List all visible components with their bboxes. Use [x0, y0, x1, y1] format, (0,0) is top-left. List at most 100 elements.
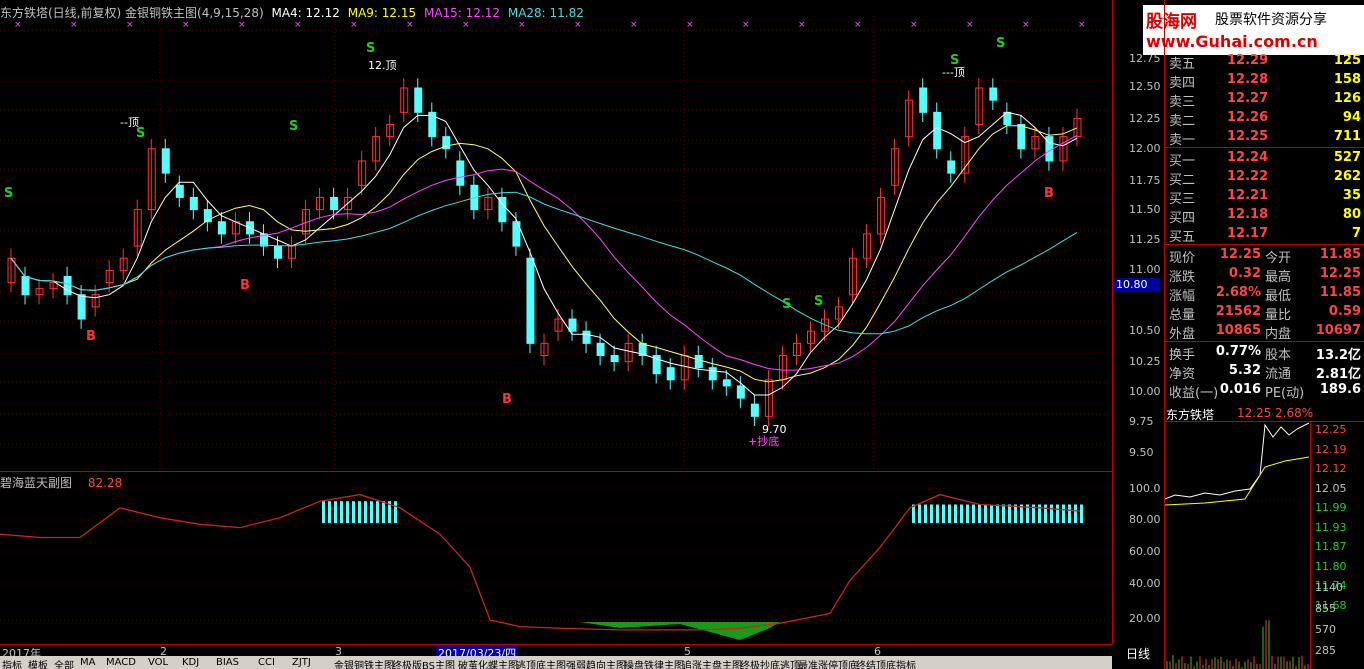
tab-12[interactable]: 破茧化蝶主图: [458, 657, 518, 669]
tab-3[interactable]: MA: [80, 657, 95, 668]
tab-2[interactable]: 全部: [54, 657, 74, 669]
candle-body: [737, 386, 744, 398]
candle-body: [723, 380, 730, 386]
sub-tick: 20.00: [1129, 612, 1161, 625]
tab-19[interactable]: 终结顶底指标: [856, 657, 916, 669]
intraday-mini-chart[interactable]: 东方铁塔 12.25 2.68% 12.25 12.19 12.12 12.05 11.…: [1164, 405, 1364, 669]
stat-label: 现价: [1169, 247, 1195, 266]
tab-15[interactable]: 操盘铁律主图: [624, 657, 684, 669]
quote-volume: 126: [1334, 91, 1361, 106]
candle-body: [176, 185, 183, 197]
mini-price-tick: 12.19: [1315, 443, 1347, 456]
sub-bar: [358, 501, 361, 523]
period-label[interactable]: 日线: [1126, 645, 1150, 662]
sub-bar: [376, 501, 379, 523]
ma28-line: [11, 192, 1077, 334]
sub-bar: [1008, 505, 1011, 524]
quote-row: 卖二 12.26 94: [1165, 109, 1364, 128]
sub-bar: [328, 501, 331, 523]
candle-body: [569, 319, 576, 331]
tab-0[interactable]: 指标: [2, 657, 22, 669]
quote-volume: 7: [1352, 226, 1361, 241]
sub-tick: 60.00: [1129, 545, 1161, 558]
sub-bar: [334, 501, 337, 523]
stat-label: 流通: [1265, 363, 1291, 382]
price-tick: 11.25: [1129, 233, 1161, 246]
top-marker: ×: [574, 20, 582, 30]
sub-bar: [984, 505, 987, 524]
sub-panel-header: 碧海蓝天副图 82.28: [0, 474, 122, 491]
buy-signal: B: [1044, 186, 1054, 201]
buy-signal: B: [86, 329, 96, 344]
candle-body: [667, 368, 674, 380]
tab-1[interactable]: 模板: [28, 657, 48, 669]
sub-indicator-chart[interactable]: [0, 472, 1112, 644]
tab-6[interactable]: KDJ: [182, 657, 199, 668]
tab-10[interactable]: 金银铜铁主图: [334, 657, 394, 669]
stat-row: 涨幅 2.68% 最低 11.85: [1165, 284, 1364, 303]
quote-label: 卖一: [1169, 129, 1195, 148]
quote-price: 12.26: [1227, 110, 1268, 125]
tab-8[interactable]: CCI: [258, 657, 275, 668]
mini-price-tick: 12.05: [1315, 482, 1347, 495]
tab-16[interactable]: 追涨主盘主图: [682, 657, 742, 669]
quote-row: 卖五 12.29 125: [1165, 52, 1364, 71]
stat-row: 涨跌 0.32 最高 12.25: [1165, 265, 1364, 284]
stat-label: 涨跌: [1169, 266, 1195, 285]
stat-value: 12.25: [1320, 266, 1361, 281]
stat-label: 内盘: [1265, 323, 1291, 342]
ma28-label: MA28: 11.82: [508, 6, 584, 20]
sell-signal: S: [4, 186, 13, 201]
tab-7[interactable]: BIAS: [216, 657, 239, 668]
sell-signal: S: [996, 36, 1005, 51]
stat-value: 0.77%: [1216, 344, 1261, 359]
mini-line: [1165, 421, 1310, 669]
sub-panel-value: 82.28: [88, 476, 122, 490]
stat-value: 11.85: [1320, 247, 1361, 262]
top-marker: ×: [518, 20, 526, 30]
sub-bar: [364, 501, 367, 523]
mini-vol-tick: 1140: [1315, 581, 1343, 594]
sub-bar: [370, 501, 373, 523]
sub-bar: [996, 505, 999, 524]
stat-value: 11.85: [1320, 285, 1361, 300]
mini-price-tick: 11.93: [1315, 521, 1347, 534]
sub-bar: [954, 505, 957, 524]
candle-body: [274, 246, 281, 258]
stat-value: 189.6: [1320, 382, 1361, 397]
price-tick: 11.50: [1129, 203, 1161, 216]
price-tick: 10.00: [1129, 385, 1161, 398]
price-axis: 12.75 12.50 12.25 12.00 11.75 11.50 11.2…: [1112, 0, 1165, 472]
current-price-badge: 10.80: [1113, 278, 1160, 292]
stat-label: 涨幅: [1169, 285, 1195, 304]
sub-bar: [352, 501, 355, 523]
mini-price-tick: 12.12: [1315, 462, 1347, 475]
sub-bar: [322, 501, 325, 523]
tab-18[interactable]: 最准涨停顶底: [798, 657, 858, 669]
buy-signal: B: [502, 392, 512, 407]
tab-17[interactable]: 终极抄底逃顶: [740, 657, 800, 669]
price-tick: 11.00: [1129, 263, 1161, 276]
quote-volume: 711: [1334, 129, 1361, 144]
tab-5[interactable]: VOL: [148, 657, 168, 668]
sub-bar: [1002, 505, 1005, 524]
sub-bar: [978, 505, 981, 524]
tab-11[interactable]: 终极版BS主图: [392, 657, 455, 669]
quote-row: 卖三 12.27 126: [1165, 90, 1364, 109]
tab-9[interactable]: ZJTJ: [292, 657, 311, 668]
stat-label: 最高: [1265, 266, 1291, 285]
tab-4[interactable]: MACD: [106, 657, 136, 668]
stat-row: 净资 5.32 流通 2.81亿: [1165, 362, 1364, 381]
mini-price-tick: 11.87: [1315, 540, 1347, 553]
candle-body: [457, 161, 464, 185]
stat-label: 换手: [1169, 344, 1195, 363]
tab-13[interactable]: 逃顶底主图: [516, 657, 566, 669]
mini-vol-tick: 855: [1315, 602, 1336, 615]
quote-row: 卖四 12.28 158: [1165, 71, 1364, 90]
tab-14[interactable]: 强弱趋向主图: [566, 657, 626, 669]
stat-value: 0.32: [1229, 266, 1261, 281]
sub-bar: [382, 501, 385, 523]
price-tick: 11.75: [1129, 174, 1161, 187]
mini-pct: 2.68%: [1275, 406, 1313, 420]
quote-label: 买五: [1169, 226, 1195, 245]
